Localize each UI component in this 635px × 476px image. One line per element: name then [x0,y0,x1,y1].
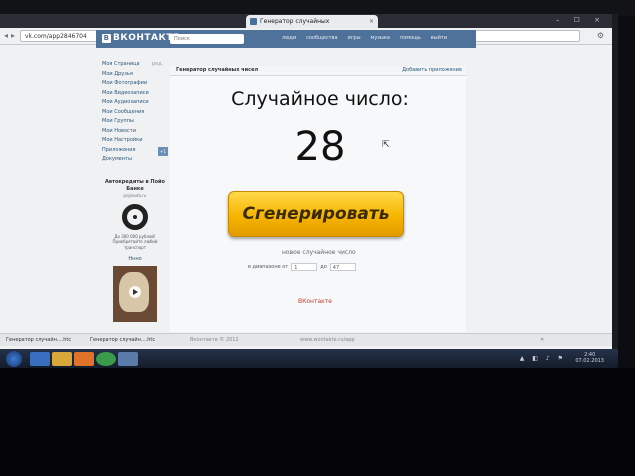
taskbar: ▲ ◧ ♪ ⚑ 2:40 07.02.2013 [0,349,618,369]
sidebar-item-groups[interactable]: Мои Группы [102,117,168,127]
wrench-icon[interactable]: ⚙ [597,31,604,40]
start-button[interactable] [6,351,22,367]
range-from-label: в диапазоне от [248,264,289,270]
mouse-cursor-icon: ⇱ [382,140,390,150]
clock-date: 07.02.2013 [575,358,604,364]
forward-icon[interactable]: ▸ [11,31,15,40]
app-name: Генератор случайных чисел [176,67,259,73]
app-icon[interactable] [118,352,138,366]
ad-more-link[interactable]: Ннно [102,256,168,262]
range-from-input[interactable]: 1 [291,263,318,271]
new-number-caption: новое случайное число [282,249,356,256]
media-icon[interactable] [74,352,94,366]
footer-copyright: Вконтакте © 2012 [190,337,239,343]
add-app-link[interactable]: Добавить приложение [402,67,462,73]
range-to-label: до [320,264,327,270]
sidebar-item-documents[interactable]: Документы [102,155,168,165]
tab-close-icon[interactable]: × [369,15,374,28]
sidebar-item-settings[interactable]: Мои Настройки [102,136,168,146]
window-controls[interactable]: – ☐ × [556,16,606,24]
menu-logout[interactable]: выйти [431,35,447,41]
menu-communities[interactable]: сообщества [306,35,337,41]
play-icon[interactable] [129,286,141,298]
monitor-bezel-bottom [0,368,635,476]
tab-title: Генератор случайных [260,18,330,25]
downloads-close-icon[interactable]: ✕ [540,336,544,344]
sidebar-item-friends[interactable]: Мои Друзья [102,70,168,80]
sidebar-item-videos[interactable]: Мои Видеозаписи [102,89,168,99]
vk-favicon-icon [250,18,257,25]
range-controls: в диапазоне от 1 до 47 [248,263,356,271]
back-icon[interactable]: ◂ [4,31,8,40]
search-placeholder: Поиск [174,36,190,42]
edit-link[interactable]: ред. [152,60,163,70]
sidebar-item-photos[interactable]: Мои Фотографии [102,79,168,89]
menu-people[interactable]: люди [282,35,296,41]
sidebar-item-audio[interactable]: Мои Аудиозаписи [102,98,168,108]
search-input[interactable]: Поиск [170,34,244,44]
downloads-bar: Генератор случайн....htc Генератор случа… [0,333,612,346]
vk-logo[interactable]: В ВКОНТАКТЕ [102,33,180,43]
random-number-label: Случайное число: [231,88,409,110]
clock[interactable]: 2:40 07.02.2013 [575,352,604,364]
sidebar-item-messages[interactable]: Мои Сообщения [102,108,168,118]
generate-button[interactable]: Сгенерировать [228,191,404,237]
range-to-input[interactable]: 47 [329,263,356,271]
steering-wheel-icon[interactable] [122,203,148,230]
explorer-icon[interactable] [52,352,72,366]
footer-url: www.wontakte.ru/app [300,337,355,343]
tray-icons[interactable]: ▲ ◧ ♪ ⚑ [520,355,566,362]
browser-tab[interactable]: Генератор случайных × [246,15,378,28]
sidebar-item-my-page[interactable]: Моя Страница ред. [102,60,168,70]
app-title-bar: Генератор случайных чисел Добавить прило… [170,66,466,76]
vk-header: В ВКОНТАКТЕ Поиск люди сообщества игры му… [96,30,476,48]
left-sidebar: Моя Страница ред. Мои Друзья Мои Фотограф… [102,60,168,326]
menu-games[interactable]: игры [348,35,361,41]
ad-title[interactable]: Автокредиты в Пойо Банке [102,179,168,193]
ad-text: До 300 000 рублей! Приобретайте любой тр… [112,233,158,250]
browser-tabstrip: Генератор случайных × – ☐ × [0,14,612,28]
ie-icon[interactable] [30,352,50,366]
download-item[interactable]: Генератор случайн....htc [6,336,71,344]
menu-music[interactable]: музыка [371,35,390,41]
sidebar-item-apps[interactable]: Приложения +1 [102,146,168,156]
random-number-value: 28 [294,124,346,170]
vk-link[interactable]: ВКонтакте [298,298,332,305]
video-thumbnail[interactable] [113,266,157,322]
vk-logo-badge: В [102,34,111,43]
top-menu: люди сообщества игры музыка помощь выйти [282,35,447,41]
chrome-icon[interactable] [96,352,116,366]
sidebar-item-news[interactable]: Мои Новости [102,127,168,137]
ad-site: pojoauto.ru [123,192,147,198]
menu-help[interactable]: помощь [400,35,421,41]
download-item[interactable]: Генератор случайн....htc [90,336,155,344]
